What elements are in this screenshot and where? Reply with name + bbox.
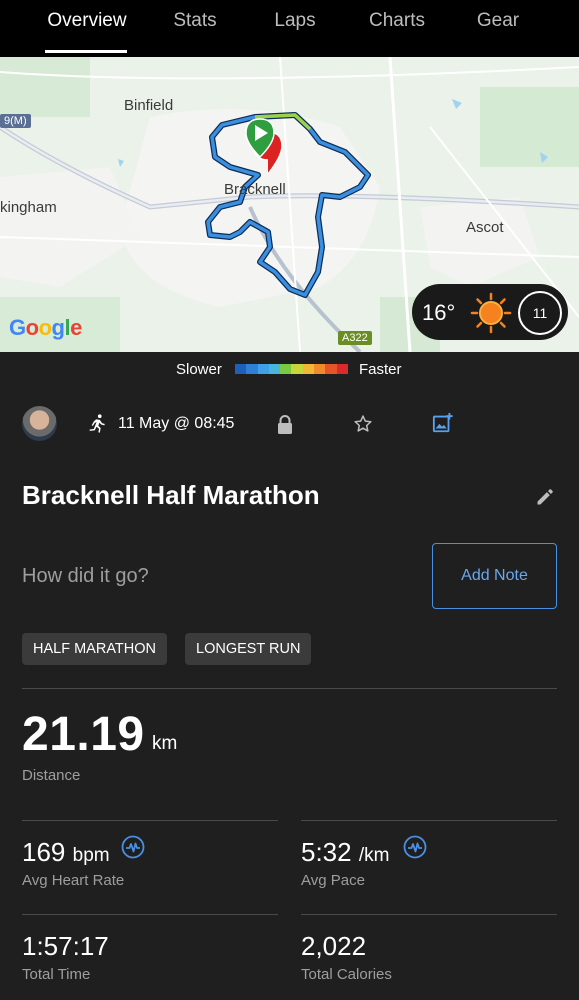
- tag-chip[interactable]: LONGEST RUN: [185, 633, 312, 665]
- heart-rate-value: 169 bpm: [22, 837, 110, 867]
- pace-color-swatch: [246, 364, 258, 374]
- tab-charts[interactable]: Charts: [360, 0, 434, 57]
- star-icon[interactable]: [353, 414, 373, 439]
- road-badge-m: 9(M): [0, 114, 31, 128]
- active-tab-indicator: [45, 50, 127, 53]
- tab-overview[interactable]: Overview: [40, 0, 134, 57]
- total-calories-value: 2,022: [301, 931, 367, 961]
- heart-rate-graph-icon[interactable]: [121, 835, 145, 864]
- heart-rate-label: Avg Heart Rate: [22, 872, 125, 889]
- temperature: 16°: [422, 300, 456, 325]
- distance-value: 21.19: [22, 708, 145, 761]
- total-time-value: 1:57:17: [22, 931, 109, 961]
- place-label-ascot: Ascot: [466, 219, 504, 236]
- edit-pencil-icon[interactable]: [535, 487, 555, 512]
- note-prompt[interactable]: How did it go?: [22, 565, 149, 588]
- tab-gear[interactable]: Gear: [466, 0, 530, 57]
- add-photo-icon[interactable]: [432, 412, 454, 439]
- tab-bar: Overview Stats Laps Charts Gear: [0, 0, 579, 57]
- road-badge-a322: A322: [338, 331, 372, 345]
- pace-legend: Slower Faster: [0, 352, 579, 386]
- pace-color-scale: [235, 364, 348, 374]
- pace-color-swatch: [280, 364, 292, 374]
- divider: [301, 914, 557, 915]
- avatar[interactable]: [22, 406, 57, 441]
- pace-value: 5:32 /km: [301, 837, 390, 867]
- divider: [301, 820, 557, 821]
- distance-label: Distance: [22, 767, 81, 784]
- legend-slower-label: Slower: [176, 361, 222, 378]
- pace-color-swatch: [257, 364, 269, 374]
- lock-icon[interactable]: [276, 415, 294, 440]
- pace-color-swatch: [302, 364, 315, 374]
- place-label-wokingham: kingham: [0, 199, 57, 216]
- divider: [22, 688, 557, 689]
- place-label-bracknell: Bracknell: [224, 181, 286, 198]
- sun-icon: [470, 292, 512, 339]
- pace-graph-icon[interactable]: [403, 835, 427, 864]
- place-label-binfield: Binfield: [124, 97, 174, 114]
- pace-color-swatch: [314, 364, 326, 374]
- pace-color-swatch: [268, 364, 281, 374]
- total-calories-label: Total Calories: [301, 966, 392, 983]
- activity-title: Bracknell Half Marathon: [22, 480, 320, 510]
- tab-stats[interactable]: Stats: [160, 0, 230, 57]
- pace-color-swatch: [325, 364, 337, 374]
- distance-unit: km: [152, 733, 178, 754]
- pace-label: Avg Pace: [301, 872, 365, 889]
- pace-color-swatch: [235, 364, 247, 374]
- pace-color-swatch: [291, 364, 303, 374]
- running-icon: [86, 413, 108, 440]
- pace-color-swatch: [336, 364, 348, 374]
- wind-speed-dial: 11: [518, 291, 562, 335]
- divider: [22, 820, 278, 821]
- tag-chip[interactable]: HALF MARATHON: [22, 633, 167, 665]
- weather-badge: 16° 11: [412, 284, 568, 340]
- total-time-label: Total Time: [22, 966, 91, 983]
- legend-faster-label: Faster: [359, 361, 402, 378]
- tab-laps[interactable]: Laps: [262, 0, 328, 57]
- divider: [22, 914, 278, 915]
- activity-datetime: 11 May @ 08:45: [118, 415, 235, 432]
- google-logo: Google: [9, 315, 82, 340]
- add-note-button[interactable]: Add Note: [432, 543, 557, 609]
